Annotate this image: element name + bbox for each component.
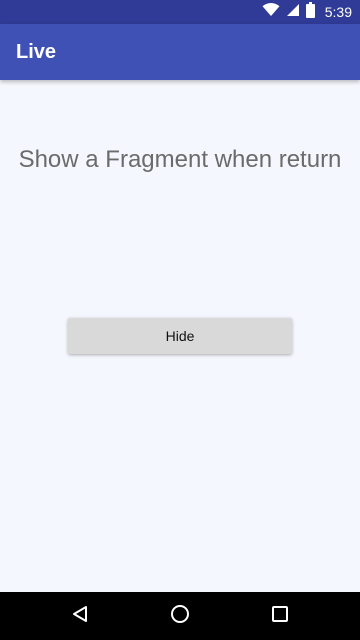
- recents-button[interactable]: [250, 592, 310, 640]
- signal-icon: [286, 3, 300, 22]
- home-button[interactable]: [150, 592, 210, 640]
- wifi-icon: [262, 2, 280, 22]
- app-bar: Live: [0, 24, 360, 80]
- hide-button[interactable]: Hide: [68, 318, 292, 354]
- home-icon: [170, 604, 190, 629]
- back-button[interactable]: [50, 592, 110, 640]
- status-bar: 5:39: [0, 0, 360, 24]
- status-time: 5:39: [324, 4, 352, 20]
- status-icons: 5:39: [262, 0, 352, 24]
- app-screen: 5:39 Live Show a Fragment when return Hi…: [0, 0, 360, 640]
- battery-icon: [305, 1, 315, 23]
- recents-icon: [271, 605, 289, 628]
- fragment-message: Show a Fragment when return: [18, 146, 342, 173]
- app-title: Live: [16, 41, 57, 63]
- back-icon: [71, 605, 89, 628]
- navigation-bar: [0, 592, 360, 640]
